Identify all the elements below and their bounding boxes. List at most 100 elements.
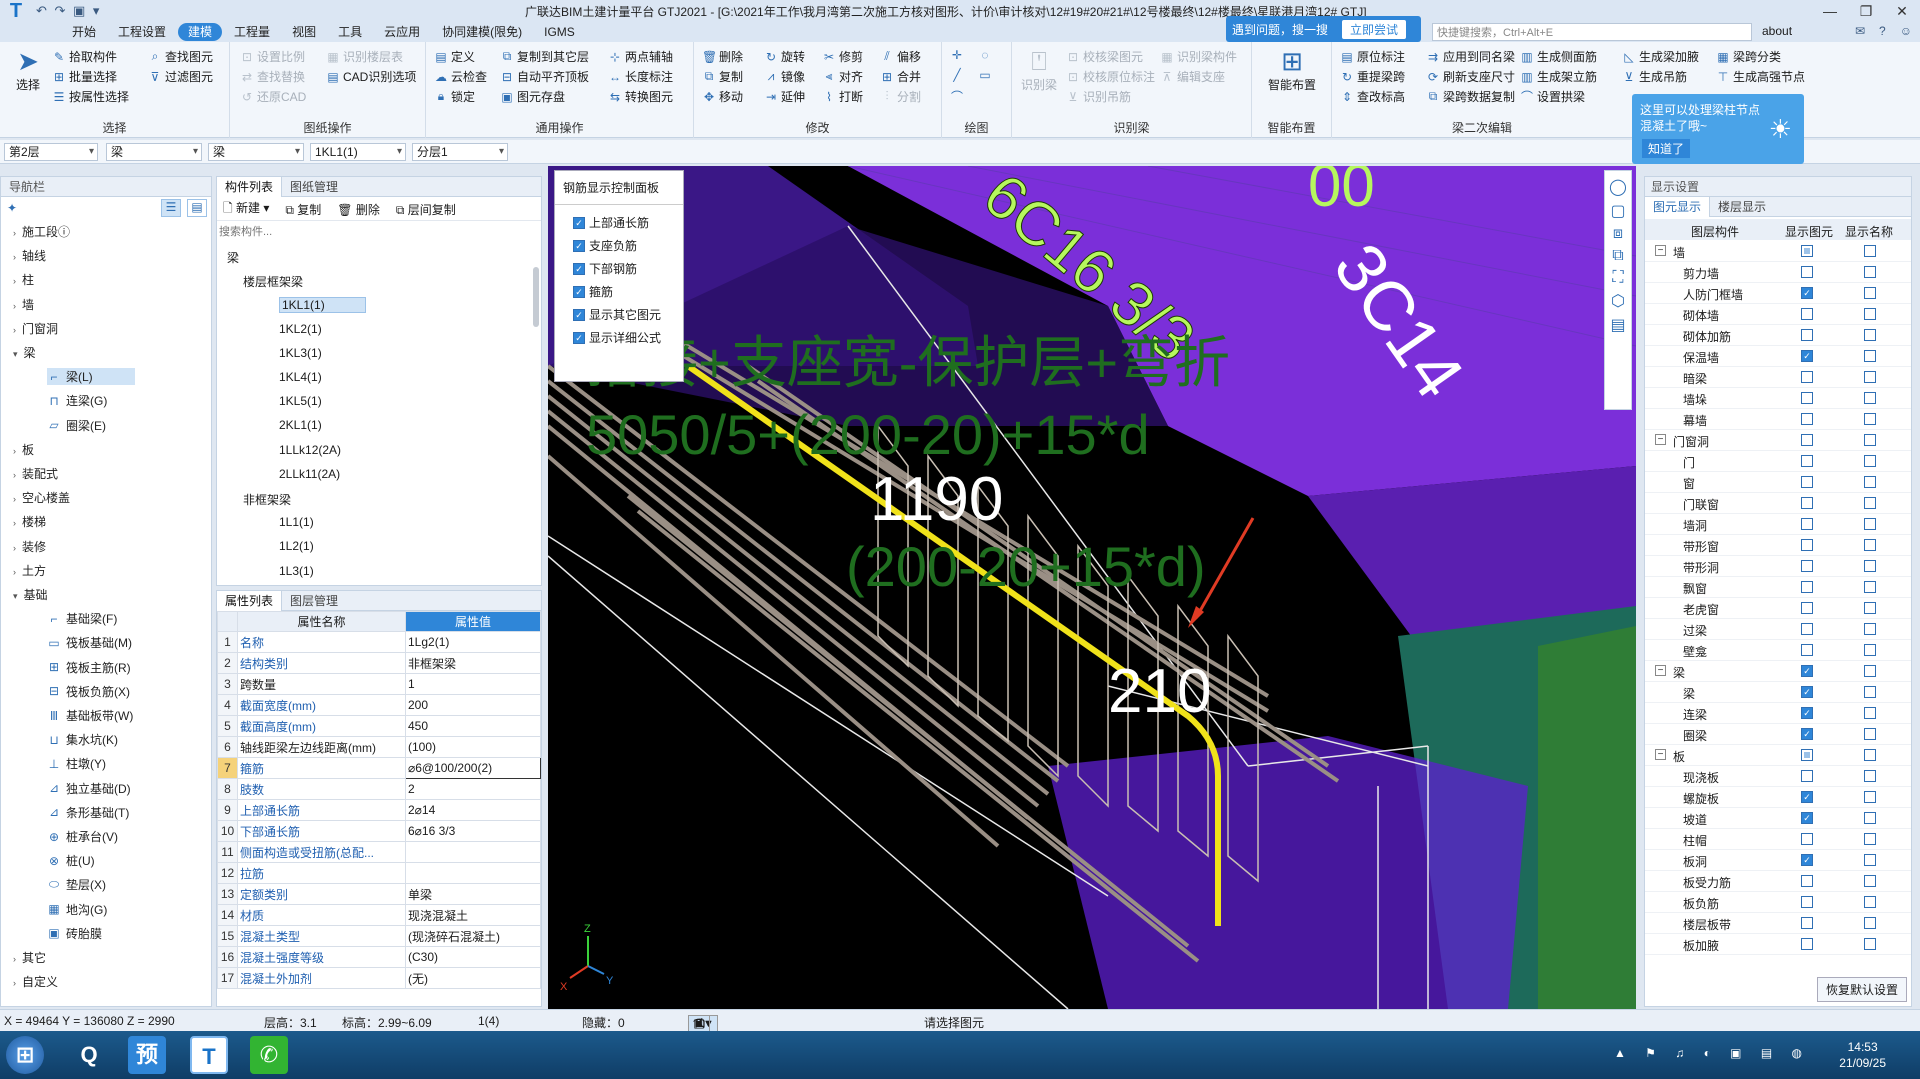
checkbox-checked-icon[interactable]: ✓ — [573, 285, 585, 298]
display-row[interactable]: 剪力墙 — [1645, 262, 1911, 283]
fit-view-icon[interactable]: ⛶ — [1612, 269, 1623, 287]
2d-view-icon[interactable]: ▢ — [1610, 201, 1625, 221]
menu-tab-3[interactable]: 工程量 — [224, 23, 280, 41]
display-row[interactable]: 带形洞 — [1645, 556, 1911, 577]
checkbox-checked-icon[interactable]: ✓ — [573, 239, 585, 252]
length-dimension-button[interactable]: ↔ 长度标注 — [608, 68, 673, 85]
collapsed-arrow-icon[interactable]: › — [13, 470, 16, 480]
new-button[interactable]: 🗋︎ 新建 ▾ — [223, 199, 269, 220]
show-element-checkbox[interactable] — [1801, 371, 1813, 383]
apply-same-name-button[interactable]: ⇉ 应用到同名梁 — [1426, 48, 1515, 65]
tree-item[interactable]: 1KL3(1) — [279, 346, 322, 360]
rebar-3d-scene[interactable]: 6C16 3/3 3C14 00 搭接+支座宽-保护层+弯折 5050/5+(2… — [548, 166, 1636, 1009]
gen-side-bar-button[interactable]: ▥ 生成侧面筋 — [1520, 48, 1597, 65]
nav-item-30[interactable]: › 其它 — [13, 949, 46, 966]
nav-sub-item-24[interactable]: ⊿ 条形基础(T) — [47, 804, 129, 821]
property-row[interactable]: 13 定额类别 单梁 — [217, 883, 541, 905]
menu-tab-1[interactable]: 工程设置 — [108, 23, 176, 41]
tree-item[interactable]: 1L2(1) — [279, 539, 314, 553]
tree-item[interactable]: 1KL4(1) — [279, 370, 322, 384]
mirror-button[interactable]: ⩘ 镜像 — [764, 68, 805, 85]
display-row[interactable]: 柱帽 — [1645, 829, 1911, 850]
show-name-checkbox[interactable] — [1864, 770, 1876, 782]
two-point-axis-button[interactable]: ⊹ 两点辅轴 — [608, 48, 673, 65]
tree-item[interactable]: 1KL5(1) — [279, 394, 322, 408]
copy-span-data-button[interactable]: ⧉ 梁跨数据复制 — [1426, 88, 1515, 105]
display-group-row[interactable]: − 梁 ✓ — [1645, 661, 1911, 682]
nav-item-4[interactable]: › 门窗洞 — [13, 320, 58, 337]
merge-button[interactable]: ⊞ 合并 — [880, 68, 921, 85]
help-icon[interactable]: ? — [1879, 24, 1886, 38]
property-value[interactable]: 450 — [405, 715, 541, 737]
check-in-situ-button[interactable]: ⊡ 校核原位标注 — [1066, 68, 1155, 85]
show-name-checkbox[interactable] — [1864, 539, 1876, 551]
display-row[interactable]: 圈梁 ✓ — [1645, 724, 1911, 745]
nav-sub-item-8[interactable]: ▱ 圈梁(E) — [47, 417, 106, 434]
align-button[interactable]: ⫷ 对齐 — [822, 68, 863, 85]
show-element-checkbox[interactable] — [1801, 644, 1813, 656]
collapse-toggle-icon[interactable]: − — [1655, 665, 1666, 676]
smart-layout-button[interactable]: ⊞ 智能布置 — [1262, 46, 1322, 93]
display-group-row[interactable]: − 墙 — [1645, 241, 1911, 262]
show-element-checkbox[interactable] — [1801, 497, 1813, 509]
component-scrollbar[interactable] — [533, 267, 539, 327]
show-element-checkbox[interactable] — [1801, 938, 1813, 950]
3d-viewport[interactable]: 6C16 3/3 3C14 00 搭接+支座宽-保护层+弯折 5050/5+(2… — [548, 166, 1636, 1009]
tree-group-frame-beam[interactable]: 楼层框架梁 — [243, 273, 303, 290]
nav-sub-item-25[interactable]: ⊕ 桩承台(V) — [47, 828, 118, 845]
set-scale-button[interactable]: ⊡ 设置比例 — [240, 48, 305, 65]
show-element-checkbox[interactable] — [1801, 476, 1813, 488]
show-element-checkbox[interactable] — [1801, 623, 1813, 635]
menu-tab-4[interactable]: 视图 — [282, 23, 326, 41]
property-row[interactable]: 12 拉筋 — [217, 862, 541, 884]
property-value[interactable]: 6⌀16 3/3 — [405, 820, 541, 842]
nav-item-12[interactable]: › 楼梯 — [13, 513, 46, 530]
show-element-checkbox[interactable] — [1801, 329, 1813, 341]
nav-item-31[interactable]: › 自定义 — [13, 973, 58, 990]
wechat-app-icon[interactable]: ✆ — [250, 1036, 288, 1074]
property-value[interactable]: 1Lg2(1) — [405, 631, 541, 653]
property-value[interactable]: (现浇碎石混凝土) — [405, 925, 541, 947]
message-icon[interactable]: ✉ — [1855, 24, 1865, 38]
nav-sub-item-28[interactable]: ▦ 地沟(G) — [47, 901, 107, 918]
nav-item-11[interactable]: › 空心楼盖 — [13, 489, 70, 506]
taskbar-clock[interactable]: 14:53 21/09/25 — [1839, 1039, 1886, 1071]
gen-high-strength-node-button[interactable]: ⊤ 生成高强节点 — [1716, 68, 1805, 85]
show-element-checkbox[interactable]: ✓ — [1801, 791, 1813, 803]
collapse-toggle-icon[interactable]: − — [1655, 245, 1666, 256]
check-beam-button[interactable]: ⊡ 校核梁图元 — [1066, 48, 1143, 65]
nav-sub-item-26[interactable]: ⊗ 桩(U) — [47, 852, 95, 869]
collapsed-arrow-icon[interactable]: › — [13, 301, 16, 311]
property-row[interactable]: 9 上部通长筋 2⌀14 — [217, 799, 541, 821]
minimize-icon[interactable]: — — [1812, 0, 1848, 22]
detail-view-icon[interactable]: ▤ — [187, 199, 207, 217]
show-element-checkbox[interactable]: ✓ — [1801, 287, 1813, 299]
menu-tab-8[interactable]: IGMS — [534, 23, 585, 41]
close-icon[interactable]: ✕ — [1884, 0, 1920, 22]
show-element-checkbox[interactable]: ✓ — [1801, 812, 1813, 824]
property-row[interactable]: 8 肢数 2 — [217, 778, 541, 800]
display-row[interactable]: 砌体加筋 — [1645, 325, 1911, 346]
property-value[interactable] — [405, 841, 541, 863]
show-name-checkbox[interactable] — [1864, 371, 1876, 383]
tree-item[interactable]: 1LLk12(2A) — [279, 443, 341, 457]
display-row[interactable]: 幕墙 — [1645, 409, 1911, 430]
display-row[interactable]: 老虎窗 — [1645, 598, 1911, 619]
tab-layer-manage[interactable]: 图层管理 — [282, 591, 346, 611]
property-row[interactable]: 11 侧面构造或受扭筋(总配... — [217, 841, 541, 863]
identify-beam-component-button[interactable]: ▦ 识别梁构件 — [1160, 48, 1237, 65]
draw-circle-button[interactable]: ◌ — [978, 48, 992, 62]
property-row[interactable]: 2 结构类别 非框架梁 — [217, 652, 541, 674]
tree-item[interactable]: 1L1(1) — [279, 515, 314, 529]
display-row[interactable]: 梁 ✓ — [1645, 682, 1911, 703]
checkbox-checked-icon[interactable]: ✓ — [573, 308, 585, 321]
show-element-checkbox[interactable] — [1801, 413, 1813, 425]
display-group-row[interactable]: − 板 — [1645, 745, 1911, 766]
show-element-checkbox[interactable]: ✓ — [1801, 686, 1813, 698]
offset-button[interactable]: ⫽ 偏移 — [880, 48, 921, 65]
show-element-checkbox[interactable] — [1801, 245, 1813, 257]
select-tool-button[interactable]: ➤ 选择 — [8, 46, 48, 93]
orbit-icon[interactable]: ◯ — [1609, 177, 1627, 197]
cube-icon[interactable]: ⬡ — [1611, 291, 1625, 311]
show-name-checkbox[interactable] — [1864, 266, 1876, 278]
